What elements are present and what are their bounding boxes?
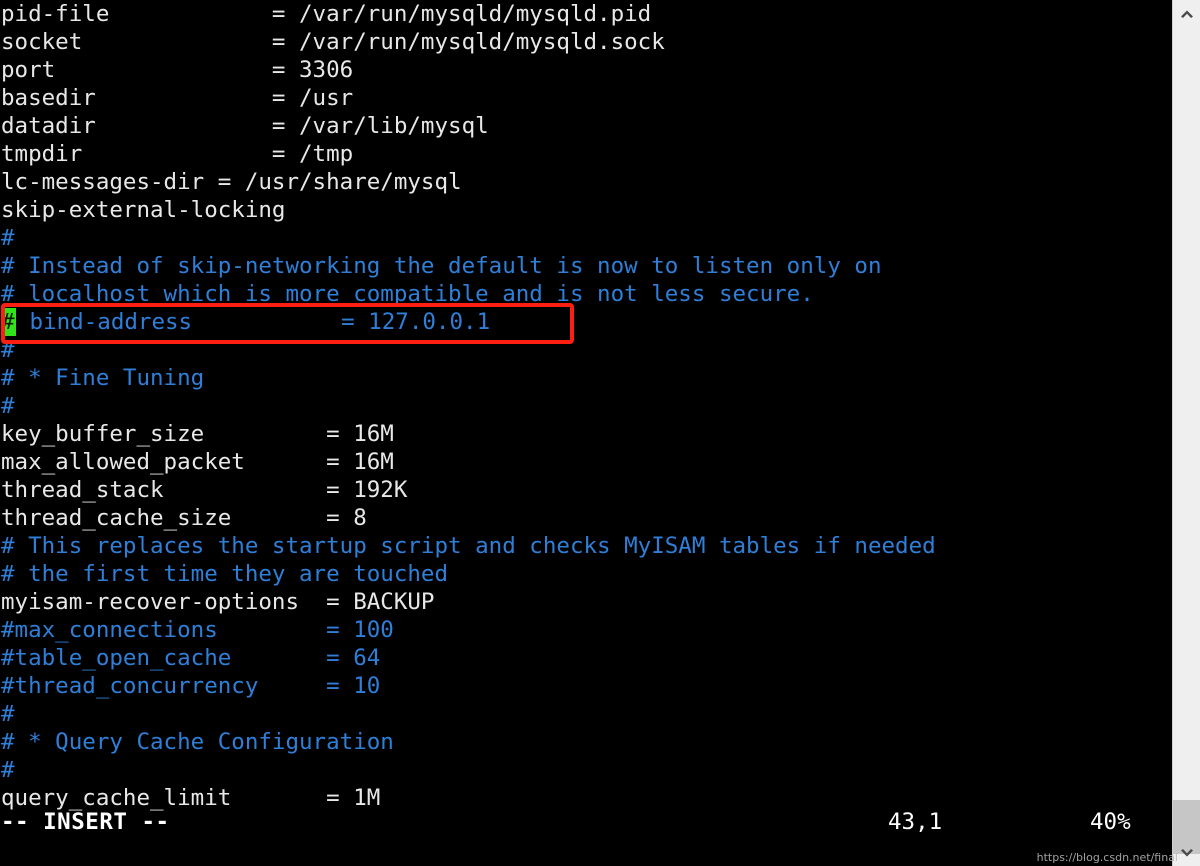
scroll-up-button[interactable] <box>1173 0 1200 26</box>
vim-line[interactable]: # * Fine Tuning <box>0 364 1172 392</box>
vim-mode-indicator: -- INSERT -- <box>1 809 170 835</box>
vim-line-text: datadir = /var/lib/mysql <box>1 113 489 139</box>
vim-line-text: myisam-recover-options = BACKUP <box>1 589 435 615</box>
vim-line-text: tmpdir = /tmp <box>1 141 354 167</box>
vim-line[interactable]: pid-file = /var/run/mysqld/mysqld.pid <box>0 0 1172 28</box>
vim-line[interactable]: skip-external-locking <box>0 196 1172 224</box>
scroll-percent-indicator: 40% <box>1090 809 1131 835</box>
vim-line-text: # Instead of skip-networking the default… <box>1 253 882 279</box>
vim-line-text: # the first time they are touched <box>1 561 449 587</box>
vim-line[interactable]: key_buffer_size = 16M <box>0 420 1172 448</box>
vim-line[interactable]: max_allowed_packet = 16M <box>0 448 1172 476</box>
vim-line-text: socket = /var/run/mysqld/mysqld.sock <box>1 29 665 55</box>
vim-line-text: thread_cache_size = 8 <box>1 505 367 531</box>
vim-terminal-buffer[interactable]: pid-file = /var/run/mysqld/mysqld.pid soc… <box>0 0 1172 866</box>
vim-line-text: port = 3306 <box>1 57 354 83</box>
chevron-down-icon <box>1180 848 1193 856</box>
vim-line-text: # <box>1 225 15 251</box>
vim-line-text: # localhost which is more compatible and… <box>1 281 814 307</box>
vim-line[interactable]: # Instead of skip-networking the default… <box>0 252 1172 280</box>
vim-line[interactable]: # * Query Cache Configuration <box>0 728 1172 756</box>
cursor-position-indicator: 43,1 <box>888 809 943 835</box>
vim-status-line: -- INSERT -- 43,1 40% <box>0 808 1172 836</box>
vim-line-text: skip-external-locking <box>1 197 286 223</box>
vim-line-text: # <box>1 337 15 363</box>
vim-line[interactable]: myisam-recover-options = BACKUP <box>0 588 1172 616</box>
vim-line[interactable]: # This replaces the startup script and c… <box>0 532 1172 560</box>
vim-line-text: max_allowed_packet = 16M <box>1 449 394 475</box>
vim-line[interactable]: port = 3306 <box>0 56 1172 84</box>
vim-line[interactable]: datadir = /var/lib/mysql <box>0 112 1172 140</box>
vim-line[interactable]: thread_cache_size = 8 <box>0 504 1172 532</box>
chevron-up-icon <box>1180 10 1193 18</box>
vim-line[interactable]: # <box>0 392 1172 420</box>
vim-line[interactable]: # <box>0 700 1172 728</box>
vim-line-text: #table_open_cache = 64 <box>1 645 381 671</box>
vim-line[interactable]: # <box>0 336 1172 364</box>
vim-line[interactable]: socket = /var/run/mysqld/mysqld.sock <box>0 28 1172 56</box>
vim-line[interactable]: basedir = /usr <box>0 84 1172 112</box>
vim-line[interactable]: tmpdir = /tmp <box>0 140 1172 168</box>
vim-line-text: # * Fine Tuning <box>1 365 205 391</box>
vertical-scrollbar[interactable] <box>1172 0 1200 866</box>
vim-text-lines[interactable]: pid-file = /var/run/mysqld/mysqld.pid soc… <box>0 0 1172 812</box>
scrollbar-track[interactable] <box>1173 26 1200 854</box>
vim-line-text: # <box>1 393 15 419</box>
vim-line[interactable]: #thread_concurrency = 10 <box>0 672 1172 700</box>
vim-cursor-block: # <box>1 308 16 336</box>
vim-line[interactable]: # the first time they are touched <box>0 560 1172 588</box>
vim-line-text: basedir = /usr <box>1 85 354 111</box>
vim-line-text: # * Query Cache Configuration <box>1 729 394 755</box>
vim-line-text: bind-address = 127.0.0.1 <box>16 309 491 335</box>
vim-line[interactable]: #max_connections = 100 <box>0 616 1172 644</box>
vim-line-text: key_buffer_size = 16M <box>1 421 394 447</box>
vim-line[interactable]: lc-messages-dir = /usr/share/mysql <box>0 168 1172 196</box>
vim-line-text: lc-messages-dir = /usr/share/mysql <box>1 169 462 195</box>
vim-line[interactable]: # localhost which is more compatible and… <box>0 280 1172 308</box>
vim-line-text: #thread_concurrency = 10 <box>1 673 381 699</box>
vim-line[interactable]: thread_stack = 192K <box>0 476 1172 504</box>
vim-line-text: pid-file = /var/run/mysqld/mysqld.pid <box>1 1 652 27</box>
vim-line-text: # <box>1 757 15 783</box>
vim-line-text: thread_stack = 192K <box>1 477 408 503</box>
watermark-text: https://blog.csdn.net/final <box>1036 851 1178 864</box>
vim-line-text: # This replaces the startup script and c… <box>1 533 936 559</box>
vim-line[interactable]: # <box>0 224 1172 252</box>
screenshot-root: pid-file = /var/run/mysqld/mysqld.pid soc… <box>0 0 1200 866</box>
vim-line[interactable]: # bind-address = 127.0.0.1 <box>0 308 1172 336</box>
vim-line[interactable]: #table_open_cache = 64 <box>0 644 1172 672</box>
vim-line-text: # <box>1 701 15 727</box>
vim-line-text: #max_connections = 100 <box>1 617 394 643</box>
vim-line[interactable]: # <box>0 756 1172 784</box>
